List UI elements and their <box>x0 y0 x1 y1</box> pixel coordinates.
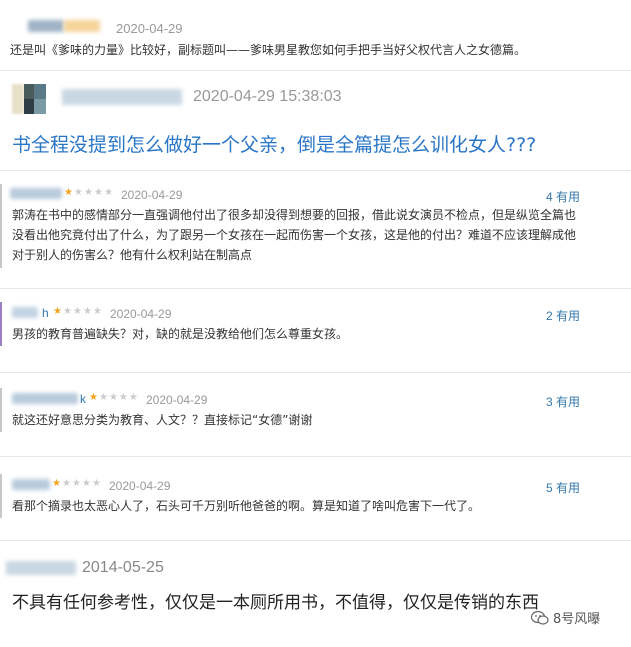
star-rating: ★ ★ ★ ★ ★ <box>52 479 102 491</box>
star-icon: ★ <box>63 306 72 317</box>
username-blurred <box>64 20 100 32</box>
comment-left-border <box>0 184 2 268</box>
divider <box>0 540 631 541</box>
comment-text: 看那个摘录也太恶心人了，石头可千万别听他爸爸的啊。算是知道了啥叫危害下一代了。 <box>12 499 481 513</box>
divider <box>0 170 631 171</box>
star-icon: ★ <box>93 306 102 317</box>
star-icon: ★ <box>74 187 83 198</box>
review-date: 2014-05-25 <box>82 559 164 576</box>
comment-text-line: 郭涛在书中的感情部分一直强调他付出了很多却没得到想要的回报，借此说女演员不检点，… <box>12 208 577 222</box>
star-icon: ★ <box>94 187 103 198</box>
username-fragment: h <box>42 306 49 320</box>
comment-left-border <box>0 302 2 346</box>
username-blurred <box>10 188 62 199</box>
star-rating: ★ ★ ★ ★ ★ <box>53 307 103 319</box>
review-headline[interactable]: 书全程没提到怎么做好一个父亲，倒是全篇提怎么训化女人??? <box>12 130 536 157</box>
star-icon: ★ <box>99 392 108 403</box>
star-icon: ★ <box>62 478 71 489</box>
star-icon: ★ <box>84 187 93 198</box>
comment-text: 男孩的教育普遍缺失？对，缺的就是没教给他们怎么尊重女孩。 <box>12 327 349 341</box>
watermark: 8号风曝 <box>531 608 600 627</box>
comment-date: 2020-04-29 <box>109 479 171 493</box>
divider <box>0 70 631 71</box>
username-blurred <box>28 20 64 32</box>
star-icon: ★ <box>119 392 128 403</box>
comment-left-border <box>0 388 2 432</box>
star-icon: ★ <box>73 306 82 317</box>
comment-date: 2020-04-29 <box>146 393 208 407</box>
comment-text: 就这还好意思分类为教育、人文？？直接标记“女德”谢谢 <box>12 413 313 427</box>
star-icon: ★ <box>89 392 98 403</box>
useful-count-link[interactable]: 3 有用 <box>546 393 580 410</box>
review-datetime: 2020-04-29 15:38:03 <box>193 88 342 105</box>
username-blurred <box>12 393 78 404</box>
divider <box>0 288 631 289</box>
username-blurred <box>62 89 182 105</box>
comment-date: 2020-04-29 <box>110 307 172 321</box>
star-icon: ★ <box>109 392 118 403</box>
star-icon: ★ <box>53 306 62 317</box>
star-icon: ★ <box>92 478 101 489</box>
comment-left-border <box>0 474 2 518</box>
star-rating: ★ ★ ★ ★ ★ <box>64 188 114 200</box>
username-blurred <box>6 561 76 575</box>
avatar <box>12 84 46 114</box>
review-text: 不具有任何参考性，仅仅是一本厕所用书，不值得，仅仅是传销的东西 <box>12 593 539 613</box>
username-blurred <box>12 307 38 318</box>
useful-count-link[interactable]: 5 有用 <box>546 479 580 496</box>
comment-date: 2020-04-29 <box>121 188 183 202</box>
username-blurred <box>12 479 50 490</box>
comment-text-line: 对于别人的伤害么？他有什么权利站在制高点 <box>12 248 253 262</box>
review-date: 2020-04-29 <box>116 21 183 36</box>
watermark-label: 8号风曝 <box>553 612 601 627</box>
username-fragment: k <box>80 392 86 406</box>
divider <box>0 372 631 373</box>
star-icon: ★ <box>72 478 81 489</box>
review-text: 还是叫《爹味的力量》比较好，副标题叫——爹味男星教您如何手把手当好父权代言人之女… <box>10 43 527 57</box>
wechat-icon <box>531 610 549 625</box>
comment-text-line: 没看出他究竟付出了什么，为了跟另一个女孩在一起而伤害一个女孩，这是他的付出？难道… <box>12 228 577 242</box>
star-rating: ★ ★ ★ ★ ★ <box>89 393 139 405</box>
useful-count-link[interactable]: 2 有用 <box>546 307 580 324</box>
star-icon: ★ <box>82 478 91 489</box>
divider <box>0 456 631 457</box>
star-icon: ★ <box>64 187 73 198</box>
star-icon: ★ <box>104 187 113 198</box>
useful-count-link[interactable]: 4 有用 <box>546 188 580 205</box>
star-icon: ★ <box>83 306 92 317</box>
star-icon: ★ <box>129 392 138 403</box>
star-icon: ★ <box>52 478 61 489</box>
